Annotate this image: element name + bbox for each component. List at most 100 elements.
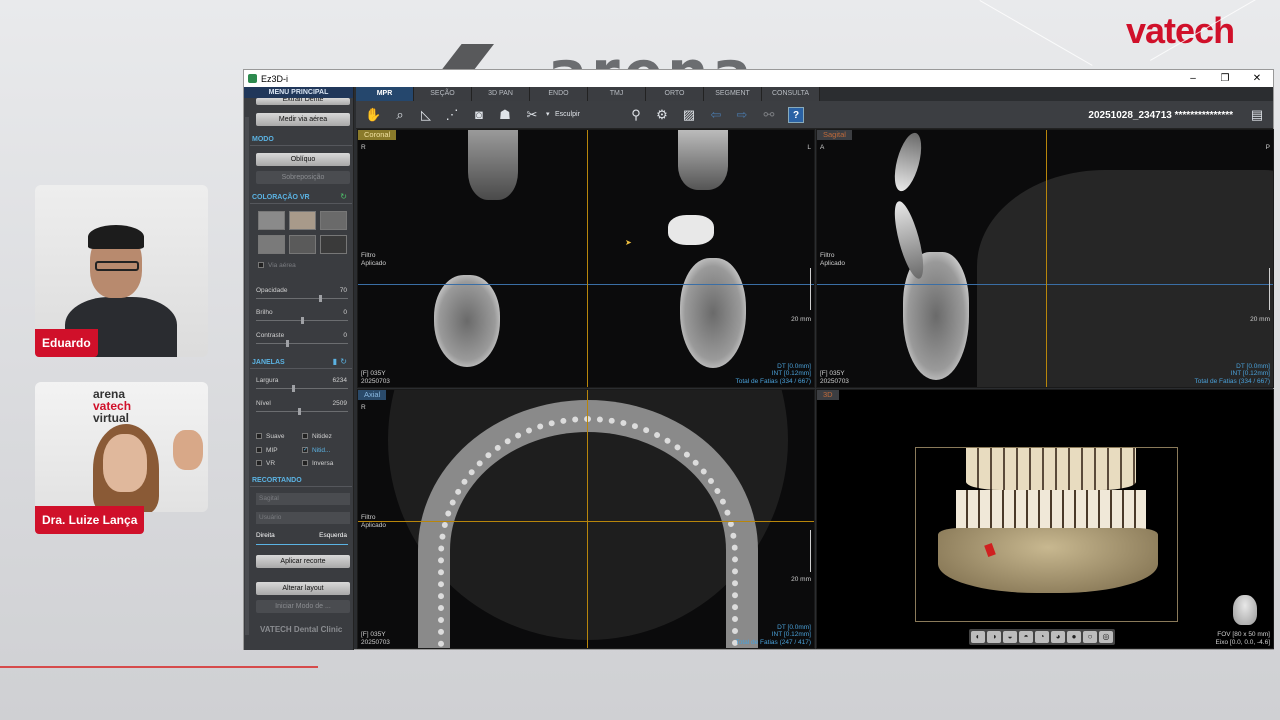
vr-preset-2[interactable] [289, 211, 316, 230]
glasses-icon [95, 261, 139, 271]
measure-line-icon[interactable]: ⋰ [444, 107, 460, 123]
scale-label: 20 mm [791, 576, 811, 583]
start-mode-button[interactable]: Iniciar Modo de ... [256, 600, 350, 613]
angle-icon[interactable]: ◺ [418, 107, 434, 123]
view-preset-icon[interactable]: ◒ [1003, 631, 1017, 643]
report-icon[interactable]: ▤ [1249, 107, 1265, 123]
crosshair-horizontal[interactable] [358, 521, 814, 522]
crop-plane-select[interactable]: Sagital [256, 493, 350, 505]
info-line: Total de Fatias (334 / 667) [1194, 377, 1270, 385]
window-width-slider[interactable] [256, 385, 348, 392]
vr-coloring-section-title: COLORAÇÃO VR [252, 194, 310, 201]
layer-icon[interactable]: ▨ [681, 107, 697, 123]
camera-icon[interactable]: ◙ [471, 107, 487, 123]
histogram-icon[interactable]: ▮ [333, 357, 337, 366]
vr-preset-4[interactable] [258, 235, 285, 254]
person-head [103, 434, 147, 492]
tab-consulta[interactable]: CONSULTA [762, 87, 820, 101]
apply-crop-button[interactable]: Aplicar recorte [256, 555, 350, 568]
coronal-view[interactable]: Coronal R L Filtro Aplicado 20 mm [F] 035… [357, 129, 815, 388]
overlay-button[interactable]: Sobreposição [256, 171, 350, 184]
view-preset-icon[interactable]: ◕ [1051, 631, 1065, 643]
sharpness2-checkbox[interactable]: ✓ [302, 447, 308, 453]
view-preset-icon[interactable]: ◑ [987, 631, 1001, 643]
nerve-tool-icon[interactable]: ⚲ [628, 107, 644, 123]
crop-direction-slider[interactable] [256, 544, 348, 545]
info-line: 20250703 [361, 377, 390, 385]
crosshair-horizontal[interactable] [358, 284, 814, 285]
reset-icon[interactable]: ⚯ [761, 107, 777, 123]
view-preset-icon[interactable]: ◓ [1019, 631, 1033, 643]
close-button[interactable]: ✕ [1241, 70, 1273, 87]
view-preset-icon[interactable]: ◎ [1099, 631, 1113, 643]
sidebar-scrollbar[interactable] [245, 117, 249, 635]
vr-checkbox[interactable] [256, 460, 262, 466]
inverse-checkbox[interactable] [302, 460, 308, 466]
tab-secao[interactable]: SEÇÃO [414, 87, 472, 101]
view-preset-icon[interactable]: ◔ [1035, 631, 1049, 643]
tooth-tool-icon[interactable]: ☗ [497, 107, 513, 123]
view-preset-icon[interactable]: ● [1067, 631, 1081, 643]
maximize-button[interactable]: ❐ [1209, 70, 1241, 87]
filter-line: Aplicado [361, 521, 386, 529]
sculpt-icon[interactable]: ✂ [524, 107, 540, 123]
zoom-icon[interactable]: ⌕ [392, 107, 408, 123]
change-layout-button[interactable]: Alterar layout [256, 582, 350, 595]
implant-tool-icon[interactable]: ⚙ [654, 107, 670, 123]
brightness-slider[interactable] [256, 317, 348, 324]
tab-orto[interactable]: ORTO [646, 87, 704, 101]
vr-preset-3[interactable] [320, 211, 347, 230]
dropdown-arrow-icon[interactable]: ▾ [546, 110, 550, 118]
minimize-button[interactable]: – [1177, 70, 1209, 87]
oblique-button[interactable]: Oblíquo [256, 153, 350, 166]
mode-section-title: MODO [252, 136, 274, 143]
tab-segment[interactable]: SEGMENT [704, 87, 762, 101]
tab-3d-pan[interactable]: 3D PAN [472, 87, 530, 101]
sagittal-anatomy [817, 130, 1273, 387]
extract-tooth-button[interactable]: Extrair Dente [256, 98, 350, 105]
slider-knob[interactable] [319, 295, 322, 302]
view-preset-icon[interactable]: ○ [1083, 631, 1097, 643]
vr-preset-6[interactable] [320, 235, 347, 254]
orientation-head-icon[interactable] [1233, 595, 1257, 625]
undo-arrow-icon[interactable]: ⇦ [708, 107, 724, 123]
redo-arrow-icon[interactable]: ⇨ [734, 107, 750, 123]
window-level-slider[interactable] [256, 408, 348, 415]
orientation-right: P [1265, 144, 1270, 151]
window-level-label: Nível [256, 400, 271, 407]
tab-endo[interactable]: ENDO [530, 87, 588, 101]
render-3d-view[interactable]: 3D ◐ ◑ ◒ ◓ ◔ ◕ ● ○ ◎ FOV [80 x 50 mm] Eix… [816, 389, 1274, 649]
vr-preset-1[interactable] [258, 211, 285, 230]
sagittal-view[interactable]: Sagital A P Filtro Aplicado 20 mm [F] 035… [816, 129, 1274, 388]
sculpt-label[interactable]: Esculpir [555, 111, 580, 118]
smooth-checkbox[interactable] [256, 433, 262, 439]
vatech-logo: vatech [1126, 10, 1235, 51]
contrast-slider[interactable] [256, 340, 348, 347]
crop-mode-select[interactable]: Usuário [256, 512, 350, 524]
airway-checkbox[interactable] [258, 262, 264, 268]
refresh-icon[interactable]: ↻ [340, 192, 347, 201]
sharpness-checkbox[interactable] [302, 433, 308, 439]
crosshair-vertical[interactable] [1046, 130, 1047, 387]
help-icon[interactable]: ? [788, 107, 804, 123]
pan-hand-icon[interactable]: ✋ [365, 107, 381, 123]
crosshair-horizontal[interactable] [817, 284, 1273, 285]
vr-preset-5[interactable] [289, 235, 316, 254]
axial-view[interactable]: Axial R Filtro Aplicado 20 mm [F] 035Y 202… [357, 389, 815, 649]
scale-label: 20 mm [1250, 316, 1270, 323]
crosshair-vertical[interactable] [587, 130, 588, 387]
slider-knob[interactable] [301, 317, 304, 324]
refresh-icon[interactable]: ↻ [340, 357, 347, 366]
tab-tmj[interactable]: TMJ [588, 87, 646, 101]
slider-knob[interactable] [286, 340, 289, 347]
slider-knob[interactable] [292, 385, 295, 392]
mip-checkbox[interactable] [256, 447, 262, 453]
slider-knob[interactable] [298, 408, 301, 415]
crosshair-vertical[interactable] [587, 390, 588, 648]
measure-airway-button[interactable]: Medir via aérea [256, 113, 350, 126]
view-preset-icon[interactable]: ◐ [971, 631, 985, 643]
tab-mpr[interactable]: MPR [356, 87, 414, 101]
mandible-right [680, 258, 746, 368]
opacity-slider[interactable] [256, 295, 348, 302]
window-level-value: 2509 [332, 400, 347, 407]
